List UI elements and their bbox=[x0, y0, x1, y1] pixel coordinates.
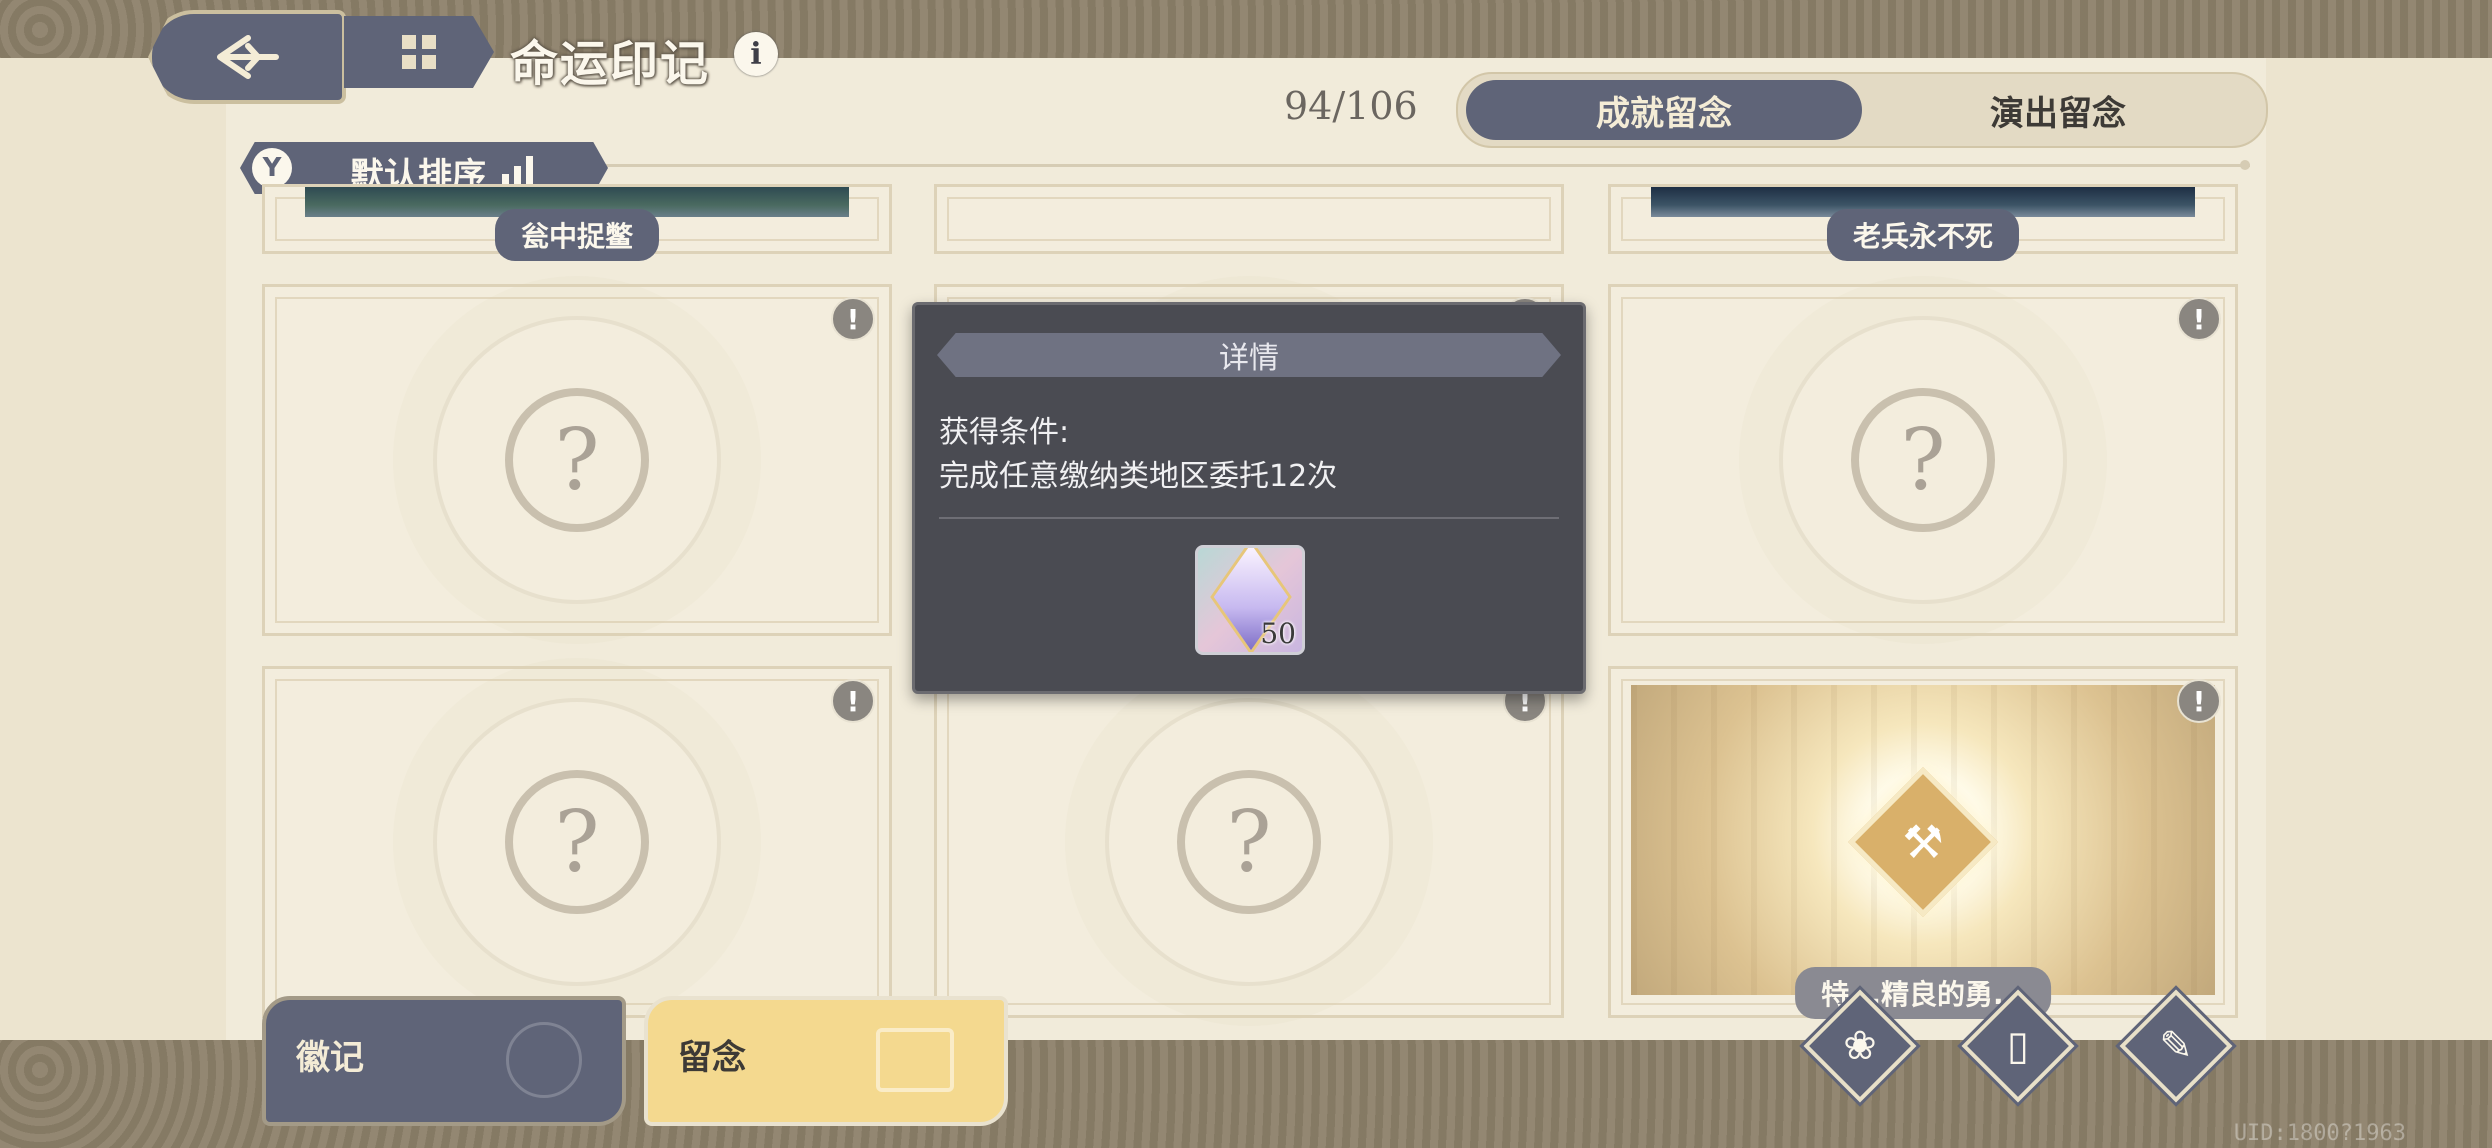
info-icon[interactable]: i bbox=[734, 32, 778, 76]
reward-item[interactable]: 50 bbox=[1195, 545, 1305, 655]
card-title: 瓮中捉鳖 bbox=[494, 209, 660, 261]
condition-text: 完成任意缴纳类地区委托12次 bbox=[939, 459, 1338, 494]
alert-icon[interactable]: ! bbox=[831, 297, 875, 341]
bell-flower-icon: ❀ bbox=[1843, 1023, 1877, 1069]
question-mark-icon: ? bbox=[505, 388, 649, 532]
alert-icon[interactable]: ! bbox=[831, 679, 875, 723]
picture-icon bbox=[876, 1028, 954, 1092]
question-mark-icon: ? bbox=[505, 770, 649, 914]
back-arrow-icon bbox=[217, 35, 279, 79]
right-margin bbox=[2266, 58, 2492, 1040]
divider bbox=[939, 517, 1559, 519]
memento-label: 留念 bbox=[678, 1038, 746, 1078]
left-margin bbox=[0, 58, 226, 1040]
alert-icon[interactable]: ! bbox=[2177, 297, 2221, 341]
locked-memento-card[interactable]: ? ! bbox=[262, 284, 892, 636]
card-title: 老兵永不死 bbox=[1826, 209, 2020, 261]
locked-memento-card[interactable]: ? ! bbox=[1608, 284, 2238, 636]
bell-flower-button[interactable]: ❀ bbox=[1812, 998, 1908, 1094]
tab-switch: 成就留念 演出留念 bbox=[1456, 72, 2268, 148]
sort-order-icon[interactable] bbox=[502, 156, 533, 186]
locked-memento-card[interactable]: ? ! bbox=[262, 666, 892, 1018]
memento-tab-button[interactable]: 留念 bbox=[644, 996, 1008, 1126]
condition-title: 获得条件: bbox=[939, 415, 1070, 450]
uid-label: UID:1800?1963 bbox=[2233, 1121, 2406, 1146]
locked-memento-card[interactable]: ? ! bbox=[934, 666, 1564, 1018]
tab-performance-memento[interactable]: 演出留念 bbox=[1860, 80, 2256, 140]
memento-card[interactable]: 老兵永不死 bbox=[1608, 184, 2238, 261]
memento-card[interactable] bbox=[934, 184, 1564, 254]
popup-title: 详情 bbox=[937, 333, 1561, 377]
grid-menu-icon bbox=[402, 35, 436, 69]
badge-label: 徽记 bbox=[296, 1038, 364, 1078]
detail-popup[interactable]: 详情 获得条件: 完成任意缴纳类地区委托12次 50 bbox=[912, 302, 1586, 694]
page-title: 命运印记 bbox=[510, 36, 711, 92]
filter-icon[interactable]: Y bbox=[252, 148, 292, 188]
tab-achievement-memento[interactable]: 成就留念 bbox=[1466, 80, 1862, 140]
question-mark-icon: ? bbox=[1851, 388, 1995, 532]
scroll-button[interactable]: ✎ bbox=[2128, 998, 2224, 1094]
badge-tab-button[interactable]: 徽记 bbox=[262, 996, 626, 1126]
scroll-icon: ✎ bbox=[2159, 1023, 2193, 1069]
book-icon: ▯ bbox=[2006, 1023, 2029, 1069]
book-button[interactable]: ▯ bbox=[1970, 998, 2066, 1094]
compass-icon bbox=[506, 1022, 582, 1098]
memento-card[interactable]: 瓮中捉鳖 bbox=[262, 184, 892, 261]
unlocked-memento-card[interactable]: ⚒ ! 特...精良的勇... bbox=[1608, 666, 2238, 1019]
alert-icon[interactable]: ! bbox=[2177, 679, 2221, 723]
divider bbox=[600, 160, 2250, 170]
collection-progress: 94/106 bbox=[1284, 84, 1418, 128]
question-mark-icon: ? bbox=[1177, 770, 1321, 914]
reward-count: 50 bbox=[1260, 617, 1296, 650]
back-button[interactable] bbox=[148, 10, 346, 104]
home-button[interactable] bbox=[344, 16, 494, 88]
